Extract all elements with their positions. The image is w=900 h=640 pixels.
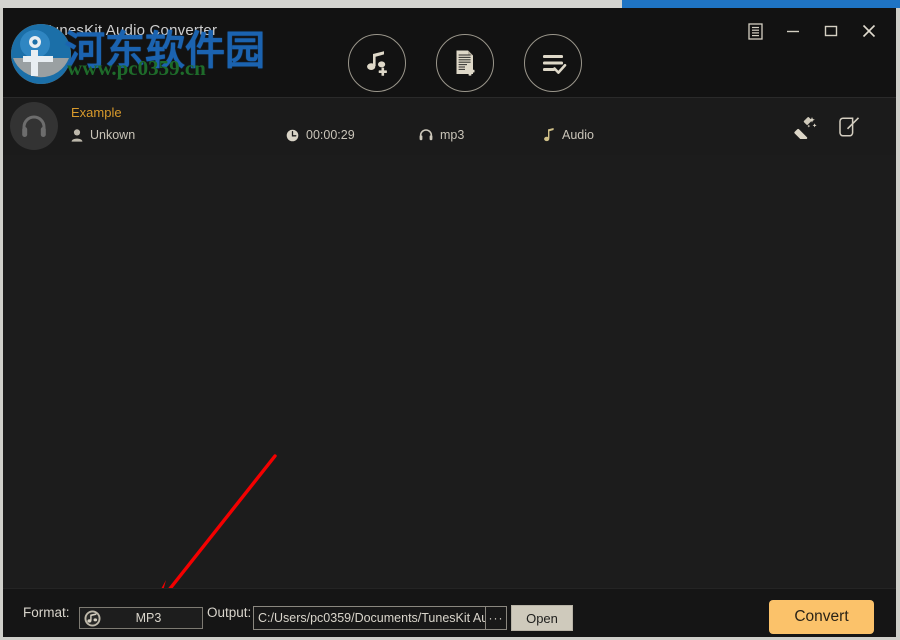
format-label: Format: <box>23 605 70 620</box>
main-toolbar <box>348 34 582 92</box>
page-title: TunesKit Audio Converter <box>42 22 218 39</box>
music-note-icon <box>544 128 554 142</box>
window-edge-right <box>896 8 900 640</box>
file-format: mp3 <box>419 128 464 142</box>
avatar <box>10 102 58 150</box>
file-type-label: Audio <box>562 128 594 142</box>
add-audio-button[interactable] <box>348 34 406 92</box>
output-path-value: C:/Users/pc0359/Documents/TunesKit Audio… <box>258 611 485 625</box>
row-actions <box>790 112 864 142</box>
table-row[interactable]: Example Unkown 00:00:29 mp3 Audio <box>3 98 896 154</box>
document-plus-icon <box>456 50 475 76</box>
close-icon <box>862 24 876 38</box>
window-controls <box>736 16 888 46</box>
minimize-button[interactable] <box>774 16 812 46</box>
menu-icon <box>747 22 763 40</box>
window-top-strip-accent <box>622 0 900 8</box>
title-bar: TunesKit Audio Converter 河东软件园 www.pc035… <box>3 8 896 92</box>
file-format-label: mp3 <box>440 128 465 142</box>
edit-square-icon <box>839 117 860 137</box>
convert-button[interactable]: Convert <box>769 600 874 634</box>
file-duration-label: 00:00:29 <box>306 128 355 142</box>
format-select[interactable]: MP3 <box>79 607 203 629</box>
edit-button[interactable] <box>834 112 864 142</box>
menu-button[interactable] <box>736 16 774 46</box>
file-title: Example <box>71 105 122 120</box>
file-duration: 00:00:29 <box>286 128 355 142</box>
main-content-area[interactable] <box>3 155 896 589</box>
clock-icon <box>286 129 299 141</box>
list-check-button[interactable] <box>524 34 582 92</box>
format-value: MP3 <box>135 611 162 625</box>
add-file-button[interactable] <box>436 34 494 92</box>
file-artist-label: Unkown <box>90 128 136 142</box>
disc-icon <box>84 610 101 626</box>
person-icon <box>71 128 83 142</box>
window-inner: TunesKit Audio Converter 河东软件园 www.pc035… <box>3 8 896 637</box>
close-button[interactable] <box>850 16 888 46</box>
headphones-small-icon <box>419 129 433 141</box>
file-type: Audio <box>544 128 594 142</box>
file-artist: Unkown <box>71 128 135 142</box>
browse-button[interactable]: ··· <box>485 607 506 629</box>
magic-wand-icon <box>794 117 817 139</box>
minimize-icon <box>787 30 799 33</box>
watermark-url: www.pc0359.cn <box>67 56 206 80</box>
maximize-button[interactable] <box>812 16 850 46</box>
file-list: Example Unkown 00:00:29 mp3 Audio <box>3 97 896 156</box>
music-note-plus-icon <box>367 51 387 76</box>
application-window: TunesKit Audio Converter 河东软件园 www.pc035… <box>0 0 900 640</box>
output-label: Output: <box>207 605 252 620</box>
list-check-icon <box>543 55 567 74</box>
magic-wand-button[interactable] <box>790 112 820 142</box>
maximize-icon <box>824 25 838 37</box>
output-path-field[interactable]: C:/Users/pc0359/Documents/TunesKit Audio… <box>253 606 507 630</box>
headphones-icon <box>22 115 46 137</box>
open-button[interactable]: Open <box>511 605 573 631</box>
